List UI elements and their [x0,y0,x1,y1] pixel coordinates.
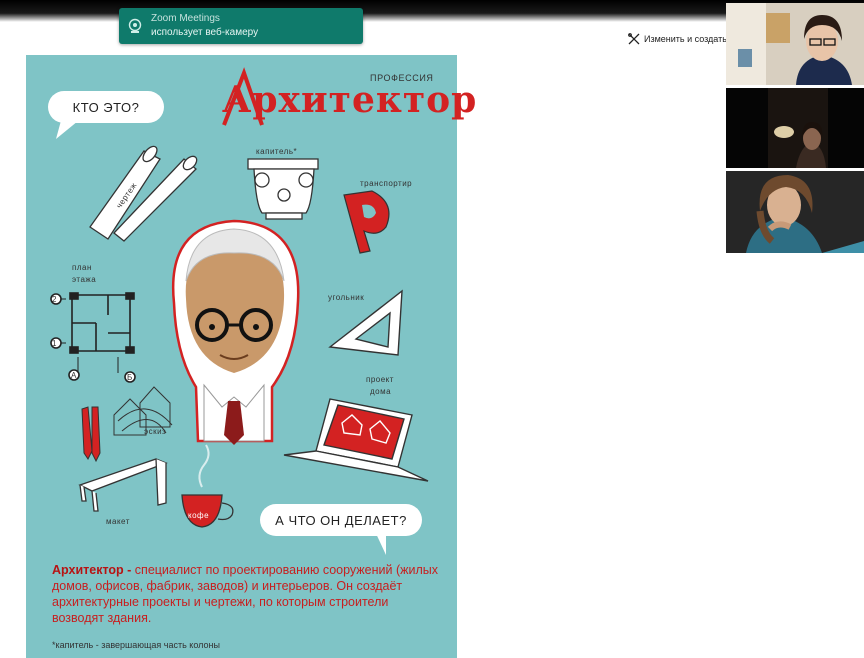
participant-video-tile-1[interactable] [726,3,864,85]
label-floor-plan-2: этажа [72,275,97,284]
floor-plan-icon [50,292,136,383]
answer-bubble: А ЧТО ОН ДЕЛАЕТ? [260,504,422,536]
label-axis-2: 2 [52,295,57,304]
column-capital-icon [247,158,319,220]
protractor-icon [343,190,390,254]
poster-description: Архитектор - специалист по проектировани… [52,562,442,626]
label-capital: капитель* [256,147,298,156]
notification-text: использует веб-камеру [151,27,259,38]
shared-screen-poster: ПРОФЕССИЯ Архитектор КТО ЭТО? А ЧТО ОН Д… [26,55,476,658]
pencils-icon [81,406,101,463]
architecture-model-icon [78,458,168,512]
label-model: макет [106,517,130,526]
participant-video-frame [726,3,864,85]
participant-video-tile-3[interactable] [726,171,864,253]
label-axis-b: Б [127,373,133,382]
participant-video-tile-2[interactable] [726,88,864,168]
zoom-webcam-notification[interactable]: Zoom Meetings использует веб-камеру [119,8,363,44]
label-axis-1: 1 [52,339,57,348]
laptop-icon [283,398,429,482]
architect-portrait-icon [171,219,300,445]
label-house-project-2: дома [370,387,392,396]
question-bubble: КТО ЭТО? [48,91,164,123]
label-protractor: транспортир [360,179,413,188]
participant-video-frame [726,171,864,253]
poster-title: Архитектор [222,79,478,121]
label-coffee: кофе [188,511,210,520]
poster-footnote: *капитель - завершающая часть колоны [52,640,220,650]
description-term: Архитектор - [52,563,132,577]
notification-title: Zoom Meetings [151,13,220,24]
label-sketch: эскиз [144,427,167,436]
participant-video-frame [726,88,864,168]
blueprint-rolls-icon [89,145,198,242]
label-floor-plan-1: план [72,263,92,272]
webcam-icon [128,18,142,33]
edit-and-create-button[interactable]: Изменить и создать ⌄ [628,32,738,46]
label-house-project-1: проект [366,375,394,384]
label-axis-a: А [71,371,77,380]
label-square: угольник [328,293,365,302]
edit-tools-icon [628,33,640,45]
edit-button-label: Изменить и создать [644,34,727,44]
